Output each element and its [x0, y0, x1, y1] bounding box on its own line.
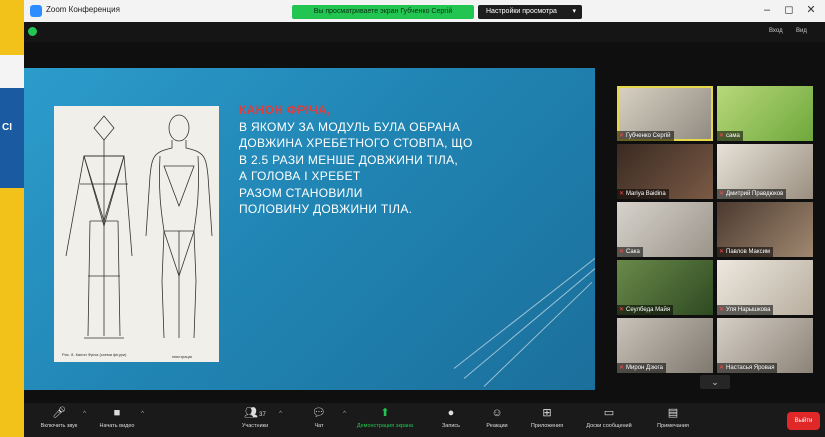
shared-screen: Рис. 8. Канон Фріча (схема фігури) ілюст… — [24, 68, 595, 390]
gallery-next-page-button[interactable]: ⌄ — [700, 375, 730, 389]
slide-decor-line — [453, 257, 595, 369]
desktop-window-edge — [0, 55, 24, 88]
apps-button[interactable]: ⊞ Приложения — [512, 405, 582, 435]
participant-name: ✕ Mariya Baidina — [617, 189, 669, 199]
whiteboard-icon: ▭ — [603, 407, 615, 419]
slide-decor-line — [463, 262, 595, 379]
slide-heading: КАНОН ФРІЧА, — [239, 103, 331, 117]
mic-muted-icon: ✕ — [619, 191, 625, 197]
participants-button[interactable]: 👥︎37 Участники ^ — [220, 405, 290, 435]
slide-text-block: КАНОН ФРІЧА, В ЯКОМУ ЗА МОДУЛЬ БУЛА ОБРА… — [239, 102, 499, 218]
mic-muted-icon: ✕ — [619, 249, 625, 255]
enter-label[interactable]: Вход — [769, 28, 783, 34]
slide-decor-line — [483, 281, 593, 387]
chat-button[interactable]: 💬︎ Чат ^ — [284, 405, 354, 435]
share-screen-icon: ⬆ — [380, 407, 390, 419]
share-screen-button[interactable]: ⬆ Демонстрация экрана — [350, 405, 420, 435]
mic-muted-icon: ✕ — [719, 307, 725, 313]
participant-tile[interactable]: ✕ Мирон Дзюга — [617, 318, 713, 373]
slide-text-line: ДОВЖИНА ХРЕБЕТНОГО СТОВПА, ЩО — [239, 136, 473, 150]
participant-gallery: ✕ Губченко Сергій ✕ сама ✕ Mariya Baidina ✕… — [617, 86, 815, 373]
desktop-window-edge-blue: СІ — [0, 88, 24, 188]
chevron-up-icon[interactable]: ^ — [141, 411, 144, 417]
participant-name: ✕ Губченко Сергій — [617, 131, 674, 141]
participant-tile[interactable]: ✕ Губченко Сергій — [617, 86, 713, 141]
notes-icon: ▤ — [667, 407, 679, 419]
participant-tile[interactable]: ✕ Уля Нарышкова — [717, 260, 813, 315]
start-video-button[interactable]: ■ Начать видео ^ — [82, 405, 152, 435]
participants-count: 37 — [259, 412, 266, 418]
mic-muted-icon: ✕ — [719, 133, 725, 139]
mic-muted-icon: ✕ — [619, 307, 625, 313]
minimize-button[interactable]: – — [758, 2, 776, 18]
participant-tile[interactable]: ✕ Сака — [617, 202, 713, 257]
slide-text-line: РАЗОМ СТАНОВИЛИ — [239, 185, 363, 200]
meeting-toolbar: 🎤︎ Включить звук ^ ■ Начать видео ^ 👥︎37… — [24, 403, 825, 437]
whiteboard-button[interactable]: ▭ Доски сообщений — [574, 405, 644, 435]
mic-muted-icon: ✕ — [619, 133, 625, 139]
meeting-info-bar: Вход Вид — [24, 22, 825, 42]
view-menu-button[interactable]: Вид — [796, 28, 807, 34]
desktop-background: СІ — [0, 0, 24, 437]
maximize-button[interactable]: ◻ — [780, 2, 798, 18]
whiteboard-label: Доски сообщений — [586, 423, 632, 429]
participant-name: ✕ Мирон Дзюга — [617, 363, 666, 373]
mic-muted-icon: ✕ — [719, 365, 725, 371]
participant-tile[interactable]: ✕ Павлов Максим — [717, 202, 813, 257]
participant-name: ✕ Павлов Максим — [717, 247, 774, 257]
leave-meeting-button[interactable]: Выйти — [787, 412, 820, 430]
slide-text-line: В ЯКОМУ ЗА МОДУЛЬ БУЛА ОБРАНА — [239, 119, 461, 134]
slide-text-line: ПОЛОВИНУ ДОВЖИНИ ТІЛА. — [239, 202, 413, 216]
participant-tile[interactable]: ✕ Mariya Baidina — [617, 144, 713, 199]
mic-muted-icon: ✕ — [719, 249, 725, 255]
figure-caption-right: ілюстрація — [172, 354, 192, 359]
participant-name: ✕ Уля Нарышкова — [717, 305, 774, 315]
chevron-up-icon[interactable]: ^ — [279, 411, 282, 417]
participant-tile[interactable]: ✕ Настасья Яровая — [717, 318, 813, 373]
participant-tile[interactable]: ✕ сама — [717, 86, 813, 141]
security-shield-icon[interactable] — [28, 27, 37, 36]
participant-name: ✕ Сеулбеда Майя — [617, 305, 674, 315]
participant-name: ✕ сама — [717, 131, 743, 141]
mic-muted-icon: ✕ — [619, 365, 625, 371]
view-options-label: Настройки просмотра — [486, 8, 557, 15]
participant-name: ✕ Сака — [617, 247, 643, 257]
slide-text-line: А ГОЛОВА І ХРЕБЕТ — [239, 169, 361, 183]
participant-tile[interactable]: ✕ Дмитрий Правдюков — [717, 144, 813, 199]
mic-muted-icon: ✕ — [719, 191, 725, 197]
slide-text-line: В 2.5 РАЗИ МЕНШЕ ДОВЖИНИ ТІЛА, — [239, 152, 459, 167]
participant-tile[interactable]: ✕ Сеулбеда Майя — [617, 260, 713, 315]
start-video-label: Начать видео — [99, 423, 135, 429]
apps-icon: ⊞ — [542, 407, 552, 419]
close-button[interactable]: ✕ — [802, 2, 820, 18]
apps-label: Приложения — [530, 423, 564, 429]
chat-label: Чат — [314, 423, 324, 429]
chevron-up-icon[interactable]: ^ — [343, 411, 346, 417]
participants-label: Участники — [241, 423, 269, 429]
figure-caption: Рис. 8. Канон Фріча (схема фігури) — [62, 352, 127, 357]
chevron-down-icon: ▾ — [572, 8, 576, 15]
desktop-window-text: СІ — [2, 122, 12, 133]
canon-figure-illustration: Рис. 8. Канон Фріча (схема фігури) ілюст… — [54, 106, 219, 362]
notes-button[interactable]: ▤ Примечания — [638, 405, 708, 435]
window-titlebar: Zoom Конференция Вы просматриваете экран… — [24, 0, 825, 22]
view-options-dropdown[interactable]: Настройки просмотра ▾ — [478, 5, 582, 19]
notes-label: Примечания — [657, 423, 689, 429]
participant-name: ✕ Настасья Яровая — [717, 363, 778, 373]
share-screen-label: Демонстрация экрана — [356, 423, 414, 429]
viewing-share-indicator: Вы просматриваете экран Губченко Сергій — [292, 5, 474, 19]
window-title: Zoom Конференция — [46, 5, 120, 14]
human-proportion-drawing — [65, 114, 213, 339]
participant-name: ✕ Дмитрий Правдюков — [717, 189, 787, 199]
zoom-app-icon — [30, 5, 42, 17]
